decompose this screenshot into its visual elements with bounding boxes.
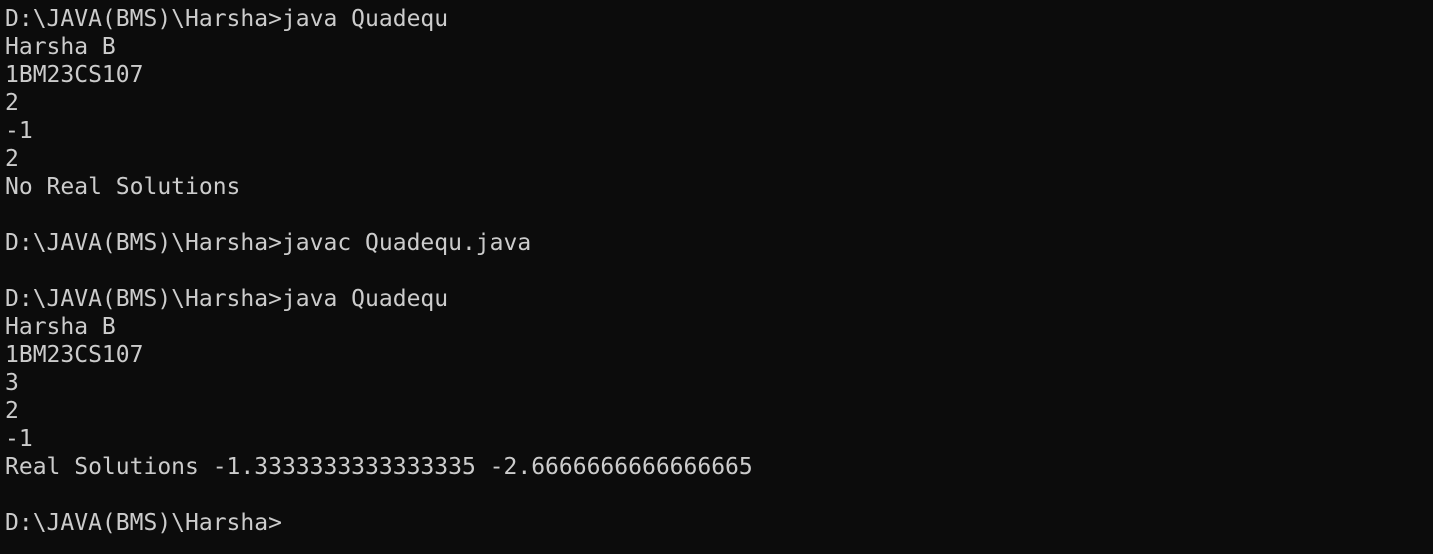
terminal-line: 1BM23CS107 <box>5 62 144 88</box>
terminal-window[interactable]: D:\JAVA(BMS)\Harsha>java Quadequ Harsha … <box>0 0 1433 554</box>
terminal-line: -1 <box>5 118 33 144</box>
terminal-line: No Real Solutions <box>5 174 241 200</box>
terminal-line: D:\JAVA(BMS)\Harsha>java Quadequ <box>5 6 449 32</box>
terminal-line: 3 <box>5 370 19 396</box>
terminal-line: -1 <box>5 426 33 452</box>
command-prompt-line[interactable]: D:\JAVA(BMS)\Harsha> <box>5 509 1433 537</box>
terminal-line: D:\JAVA(BMS)\Harsha>java Quadequ <box>5 286 449 312</box>
terminal-line: Harsha B <box>5 34 116 60</box>
input-cursor[interactable] <box>282 509 295 537</box>
terminal-line: 2 <box>5 90 19 116</box>
terminal-line: Harsha B <box>5 314 116 340</box>
terminal-line: 1BM23CS107 <box>5 342 144 368</box>
command-prompt: D:\JAVA(BMS)\Harsha> <box>5 510 282 536</box>
terminal-line: D:\JAVA(BMS)\Harsha>javac Quadequ.java <box>5 230 532 256</box>
terminal-line: Real Solutions -1.3333333333333335 -2.66… <box>5 454 753 480</box>
terminal-line: 2 <box>5 398 19 424</box>
terminal-line: 2 <box>5 146 19 172</box>
